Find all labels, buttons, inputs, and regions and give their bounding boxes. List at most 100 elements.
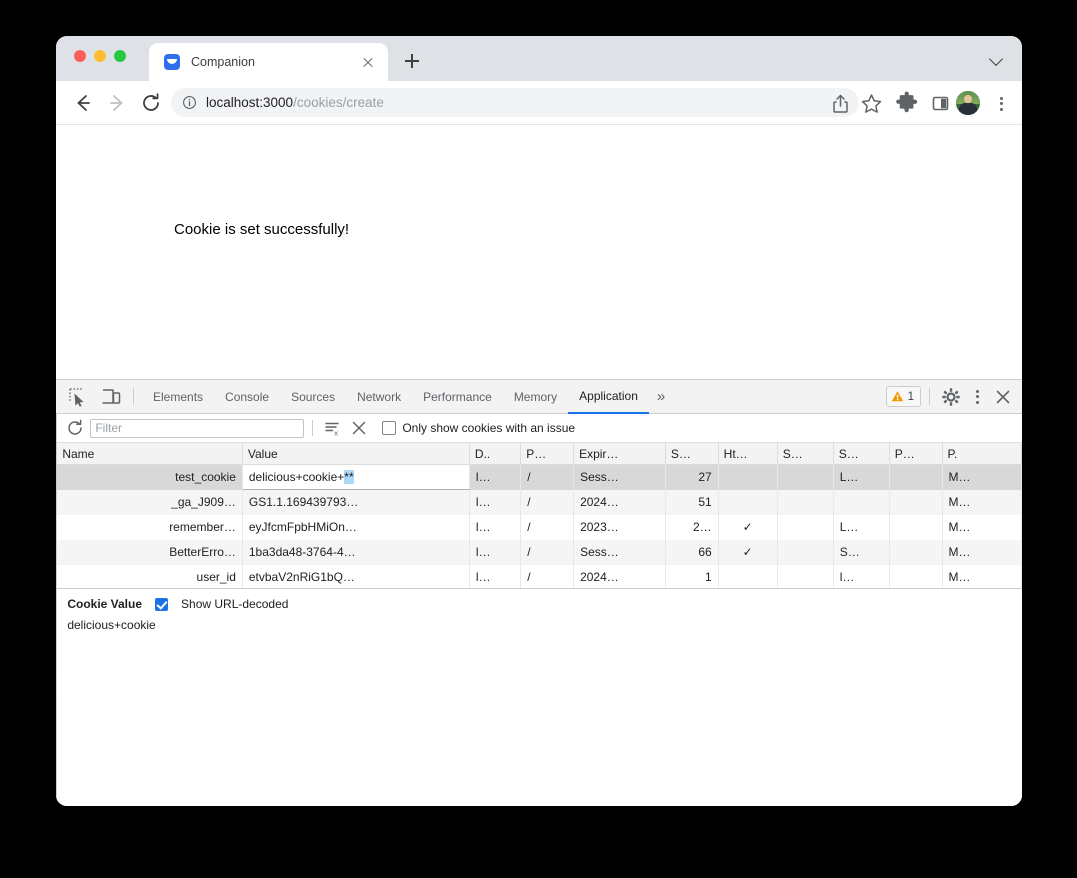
- back-button[interactable]: [70, 90, 96, 116]
- tab-network[interactable]: Network: [346, 381, 412, 413]
- cell-partitionkey[interactable]: [889, 564, 943, 590]
- cell-name[interactable]: test_cookie: [57, 464, 243, 490]
- table-row[interactable]: user_id etvbaV2nRiG1bQ… l… / 2024… 1 l… …: [57, 564, 1022, 590]
- cell-partitionkey[interactable]: [889, 539, 943, 565]
- cell-value[interactable]: eyJfcmFpbHMiOn…: [242, 514, 470, 540]
- refresh-icon[interactable]: [63, 417, 87, 439]
- cell-priority[interactable]: M…: [942, 464, 1022, 490]
- cell-samesite[interactable]: [833, 489, 890, 515]
- cell-httponly[interactable]: ✓: [718, 514, 778, 540]
- extensions-puzzle-icon[interactable]: [894, 90, 921, 117]
- col-secure[interactable]: S…: [777, 443, 834, 465]
- share-icon[interactable]: [827, 90, 854, 117]
- cell-samesite[interactable]: S…: [833, 539, 890, 565]
- cell-priority[interactable]: M…: [942, 489, 1022, 515]
- table-row[interactable]: BetterErro… 1ba3da48-3764-4… l… / Sess… …: [57, 539, 1022, 565]
- cell-expires[interactable]: 2024…: [573, 489, 666, 515]
- cell-partitionkey[interactable]: [889, 464, 943, 490]
- cell-secure[interactable]: [777, 564, 834, 590]
- cell-secure[interactable]: [777, 539, 834, 565]
- cell-value[interactable]: GS1.1.169439793…: [242, 489, 470, 515]
- cell-size[interactable]: 2…: [665, 514, 719, 540]
- more-tabs-icon[interactable]: »: [649, 388, 671, 405]
- cell-samesite[interactable]: L…: [833, 464, 890, 490]
- cell-name[interactable]: remember…: [57, 514, 243, 540]
- col-partitionkey[interactable]: P…: [889, 443, 943, 465]
- warnings-badge[interactable]: 1: [885, 386, 921, 407]
- cell-samesite[interactable]: L…: [833, 514, 890, 540]
- tab-close-icon[interactable]: [358, 52, 378, 72]
- new-tab-button[interactable]: [399, 48, 425, 74]
- cell-path[interactable]: /: [520, 564, 575, 590]
- cell-expires[interactable]: 2023…: [573, 514, 666, 540]
- cell-priority[interactable]: M…: [942, 539, 1022, 565]
- col-samesite[interactable]: S…: [833, 443, 890, 465]
- forward-button[interactable]: [104, 90, 130, 116]
- cell-samesite[interactable]: l…: [833, 564, 890, 590]
- browser-tab[interactable]: Companion: [149, 43, 388, 81]
- window-close-button[interactable]: [74, 50, 86, 62]
- cell-httponly[interactable]: [718, 489, 778, 515]
- show-url-decoded-checkbox[interactable]: [155, 597, 169, 611]
- chevron-down-icon[interactable]: [990, 52, 1004, 66]
- cell-path[interactable]: /: [520, 489, 575, 515]
- inspect-element-icon[interactable]: [64, 384, 92, 410]
- cell-partitionkey[interactable]: [889, 489, 943, 515]
- cell-name[interactable]: user_id: [57, 564, 243, 590]
- devtools-menu-icon[interactable]: [964, 384, 990, 410]
- table-row[interactable]: remember… eyJfcmFpbHMiOn… l… / 2023… 2… …: [57, 514, 1022, 540]
- col-value[interactable]: Value: [242, 443, 470, 465]
- cell-domain[interactable]: l…: [469, 464, 522, 490]
- cell-priority[interactable]: M…: [942, 514, 1022, 540]
- toggle-device-toolbar-icon[interactable]: [97, 384, 125, 410]
- checkbox-box[interactable]: [382, 421, 397, 435]
- cell-priority[interactable]: M…: [942, 564, 1022, 590]
- address-bar-input[interactable]: localhost:3000/cookies/create: [171, 88, 859, 117]
- cell-value[interactable]: 1ba3da48-3764-4…: [242, 539, 470, 565]
- cell-name[interactable]: _ga_J909…: [57, 489, 243, 515]
- close-devtools-icon[interactable]: [990, 384, 1016, 410]
- col-priority[interactable]: P.: [942, 443, 1022, 465]
- cell-size[interactable]: 66: [665, 539, 719, 565]
- tab-memory[interactable]: Memory: [503, 381, 568, 413]
- cell-value-editing[interactable]: delicious+cookie+**: [241, 464, 470, 490]
- clear-filter-icon[interactable]: x: [321, 418, 343, 438]
- cell-secure[interactable]: [777, 464, 834, 490]
- side-panel-icon[interactable]: [927, 90, 954, 117]
- cell-name[interactable]: BetterErro…: [57, 539, 243, 565]
- cell-expires[interactable]: 2024…: [573, 564, 666, 590]
- cell-path[interactable]: /: [520, 464, 575, 490]
- cell-expires[interactable]: Sess…: [573, 539, 666, 565]
- col-expires[interactable]: Expir…: [573, 443, 666, 465]
- col-path[interactable]: P…: [520, 443, 575, 465]
- cell-value[interactable]: etvbaV2nRiG1bQ…: [242, 564, 470, 590]
- cell-httponly[interactable]: ✓: [718, 539, 778, 565]
- chrome-menu-icon[interactable]: [988, 90, 1014, 117]
- cell-path[interactable]: /: [520, 514, 575, 540]
- info-circle-icon[interactable]: [182, 95, 197, 110]
- cell-secure[interactable]: [777, 489, 834, 515]
- tab-console[interactable]: Console: [214, 381, 280, 413]
- cell-secure[interactable]: [777, 514, 834, 540]
- cell-httponly[interactable]: [718, 464, 778, 490]
- cell-domain[interactable]: l…: [469, 514, 522, 540]
- tab-application[interactable]: Application: [568, 380, 649, 414]
- filter-input[interactable]: [90, 418, 305, 438]
- cell-size[interactable]: 27: [665, 464, 719, 490]
- tab-sources[interactable]: Sources: [280, 381, 346, 413]
- only-issues-checkbox[interactable]: Only show cookies with an issue: [382, 421, 575, 435]
- cell-domain[interactable]: l…: [469, 489, 522, 515]
- show-url-decoded-label[interactable]: Show URL-decoded: [181, 597, 288, 611]
- col-httponly[interactable]: Ht…: [718, 443, 778, 465]
- clear-all-cookies-icon[interactable]: [346, 418, 372, 438]
- gear-icon[interactable]: [938, 384, 964, 410]
- cell-domain[interactable]: l…: [469, 564, 522, 590]
- window-minimize-button[interactable]: [94, 50, 106, 62]
- table-row[interactable]: test_cookie delicious+cookie+** l… / Ses…: [57, 464, 1022, 490]
- cell-domain[interactable]: l…: [469, 539, 522, 565]
- col-name[interactable]: Name: [57, 443, 243, 465]
- cell-path[interactable]: /: [520, 539, 575, 565]
- bookmark-star-icon[interactable]: [858, 90, 885, 117]
- col-size[interactable]: S…: [665, 443, 719, 465]
- col-domain[interactable]: D..: [469, 443, 522, 465]
